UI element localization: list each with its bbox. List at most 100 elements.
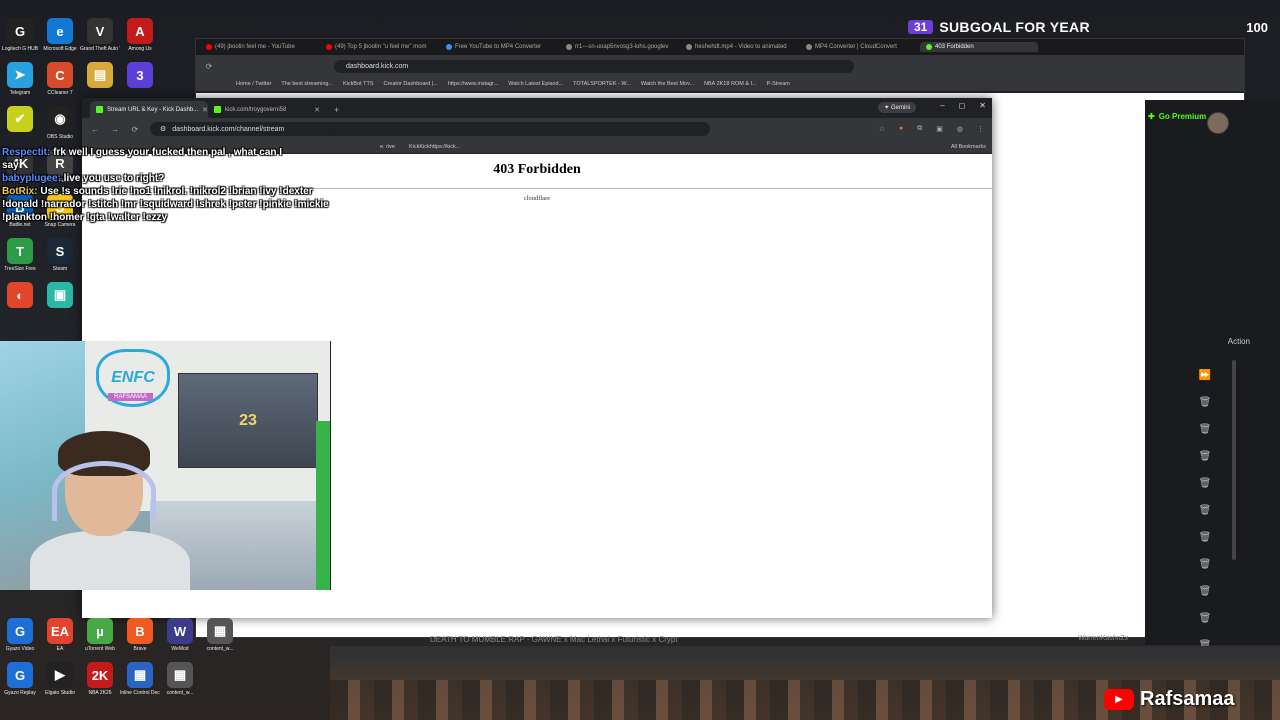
address-bar[interactable]: ⚙ dashboard.kick.com/channel/stream (150, 122, 710, 136)
all-bookmarks-link[interactable]: All Bookmarks (951, 144, 986, 150)
desktop-icon-label: Gyazo Replay (4, 690, 36, 696)
action-list: ⏩🗑🗑🗑🗑🗑🗑🗑🗑🗑🗑 (1195, 362, 1215, 659)
desktop-icon[interactable]: µ uTorrent Web (82, 618, 118, 652)
bookmark-item[interactable]: e. rive (380, 144, 395, 150)
bookmark-item[interactable]: Watch Latest Episod... (508, 81, 563, 87)
desktop-icon[interactable]: ◐ (2, 282, 38, 310)
menu-icon[interactable]: ⋮ (977, 125, 984, 133)
background-address-bar[interactable]: dashboard.kick.com (334, 59, 854, 73)
skip-icon[interactable]: ⏩ (1195, 362, 1215, 389)
desktop-icon[interactable]: ➤ Telegram (2, 62, 38, 96)
new-tab-button[interactable]: + (326, 105, 347, 118)
bookmark-item[interactable]: Creator Dashboard |... (384, 81, 438, 87)
bookmark-item[interactable]: The best streaming... (281, 81, 333, 87)
background-browser-tab-strip: (49) jboolin feel me - YouTube (49) Top 5… (196, 39, 1244, 55)
foreground-browser-tab[interactable]: Stream URL & Key - Kick Dashb... ✕ (90, 101, 208, 118)
forward-arrow-icon[interactable]: → (110, 125, 120, 134)
background-browser-tab[interactable]: rr1---sn-uoap5nvosg3-lohs.googlev (560, 42, 678, 52)
back-arrow-icon[interactable]: ← (90, 125, 100, 134)
desktop-icon-label: Brave (133, 646, 147, 652)
star-icon[interactable]: ☆ (879, 125, 885, 133)
minimize-button[interactable]: – (940, 101, 944, 110)
bookmark-item[interactable]: https://www.instagr... (448, 81, 498, 87)
avatar[interactable] (1207, 112, 1229, 134)
desktop-icon[interactable]: G Gyazo Video (2, 618, 38, 652)
desktop-icon[interactable]: C CCleaner 7 (42, 62, 78, 96)
desktop-icon[interactable]: 3 (122, 62, 158, 96)
bookmark-item[interactable]: NBA 2K18 ROM & I... (704, 81, 757, 87)
background-browser-tab[interactable]: Free YouTube to MP4 Converter (440, 42, 558, 52)
window-controls: – ◻ ✕ (940, 101, 986, 110)
maximize-button[interactable]: ◻ (959, 101, 966, 110)
background-browser-tab[interactable]: 403 Forbidden (920, 42, 1038, 52)
background-browser-tab[interactable]: MP4 Converter | CloudConvert (800, 42, 918, 52)
bookmark-item[interactable]: TOTALSPORTEK - W... (573, 81, 631, 87)
sub-goal-target: 100 (1246, 19, 1268, 35)
desktop-icon[interactable]: ▦ content_w... (162, 662, 198, 696)
now-playing-text: DEATH TO MUMBLE RAP - GAWNE x Mac Lethal… (430, 635, 678, 644)
app-icon: T (7, 238, 33, 264)
chat-username: babyplugee: (2, 173, 61, 184)
desktop-icon-label: CCleaner 7 (47, 90, 73, 96)
desktop-icon[interactable]: ▶ Elgato Studio (42, 662, 78, 696)
desktop-icon[interactable]: ✔ (2, 106, 38, 140)
trash-icon[interactable]: 🗑 (1195, 389, 1215, 416)
puzzle-icon[interactable]: ⧉ (917, 125, 922, 133)
desktop-icon[interactable]: A Among Us (122, 18, 158, 52)
gemini-button[interactable]: ✦ Gemini (878, 102, 916, 113)
close-tab-icon[interactable]: ✕ (314, 106, 320, 114)
stream-chat-overlay: Respectit: frk well I guess your fucked … (2, 146, 342, 224)
go-premium-link[interactable]: ✚ Go Premium (1148, 112, 1206, 121)
desktop-icon-row: ➤ Telegram C CCleaner 7 ▤ 3 (0, 62, 190, 96)
trash-icon[interactable]: 🗑 (1195, 470, 1215, 497)
desktop-icon[interactable]: W WeMod (162, 618, 198, 652)
bookmark-item[interactable]: KickBot TTS (343, 81, 373, 87)
desktop-icon-label: Gyazo Video (5, 646, 35, 652)
bookmark-item[interactable]: Watch the Best Mov... (641, 81, 694, 87)
trash-icon[interactable]: 🗑 (1195, 578, 1215, 605)
site-info-icon[interactable]: ⚙ (160, 125, 166, 133)
tab-favicon-icon (206, 44, 212, 50)
chat-message: say (2, 159, 342, 172)
desktop-icon[interactable]: ▦ Inline Control Deck.exe (120, 662, 160, 696)
bookmark-item[interactable]: KickKickhttps://kick... (409, 144, 460, 150)
bookmark-item[interactable]: P-Stream (767, 81, 790, 87)
desktop-icon[interactable]: ▦ content_w... (202, 618, 238, 652)
bookmark-item[interactable]: Home / Twitter (236, 81, 271, 87)
desktop-icon[interactable]: B Brave (122, 618, 158, 652)
reload-icon[interactable]: ⟳ (204, 62, 214, 71)
trash-icon[interactable]: 🗑 (1195, 497, 1215, 524)
background-browser-tab[interactable]: (49) jboolin feel me - YouTube (200, 42, 318, 52)
app-icon: ▣ (47, 282, 73, 308)
reload-icon[interactable]: ⟳ (130, 125, 140, 134)
trash-icon[interactable]: 🗑 (1195, 443, 1215, 470)
chat-text: frk well I guess your fucked then pal , … (50, 147, 283, 158)
desktop-icon[interactable]: V Grand Theft Auto V (80, 18, 120, 52)
desktop-icon[interactable]: G Gyazo Replay (2, 662, 38, 696)
desktop-icon[interactable]: ▤ (82, 62, 118, 96)
trash-icon[interactable]: 🗑 (1195, 551, 1215, 578)
foreground-browser-tab[interactable]: kick.com/troygoverni58 ✕ (208, 101, 326, 118)
app-icon: ➤ (7, 62, 33, 88)
desktop-icon[interactable]: EA EA (42, 618, 78, 652)
close-window-button[interactable]: ✕ (979, 101, 986, 110)
profile-icon[interactable]: ◍ (957, 125, 963, 133)
extension-icon[interactable]: ● (899, 125, 903, 133)
background-browser-tab[interactable]: (49) Top 5 jboolin "u feel me" mom (320, 42, 438, 52)
desktop-icon[interactable]: ▣ (42, 282, 78, 310)
desktop-icon[interactable]: e Microsoft Edge (42, 18, 78, 52)
app-icon: A (127, 18, 153, 44)
trash-icon[interactable]: 🗑 (1195, 524, 1215, 551)
desktop-icon[interactable]: S Steam (42, 238, 78, 272)
trash-icon[interactable]: 🗑 (1195, 416, 1215, 443)
trash-icon[interactable]: 🗑 (1195, 605, 1215, 632)
desktop-icon[interactable]: T TreeSize Free (2, 238, 38, 272)
scrollbar[interactable] (1232, 360, 1236, 560)
desktop-icon[interactable]: G Logitech G HUB (2, 18, 38, 52)
sidebar-icon[interactable]: ▣ (936, 125, 943, 133)
headset-icon (52, 461, 156, 521)
desktop-icon[interactable]: ◉ OBS Studio (42, 106, 78, 140)
desktop-icon-label: Grand Theft Auto V (80, 46, 120, 52)
background-browser-tab[interactable]: heshehdt.mp4 - Video to animated (680, 42, 798, 52)
desktop-icon[interactable]: 2K NBA 2K26 (82, 662, 118, 696)
